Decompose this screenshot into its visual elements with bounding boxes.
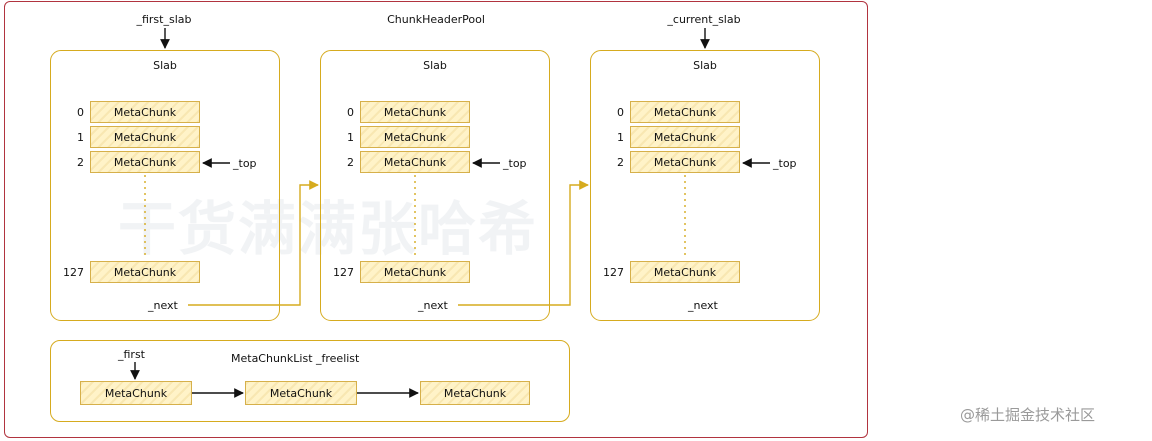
site-watermark: @稀土掘金技术社区 — [960, 406, 1096, 424]
slab-2-next-arrow — [458, 180, 589, 306]
connectors — [130, 28, 770, 398]
slab-1-next-arrow — [188, 180, 319, 306]
